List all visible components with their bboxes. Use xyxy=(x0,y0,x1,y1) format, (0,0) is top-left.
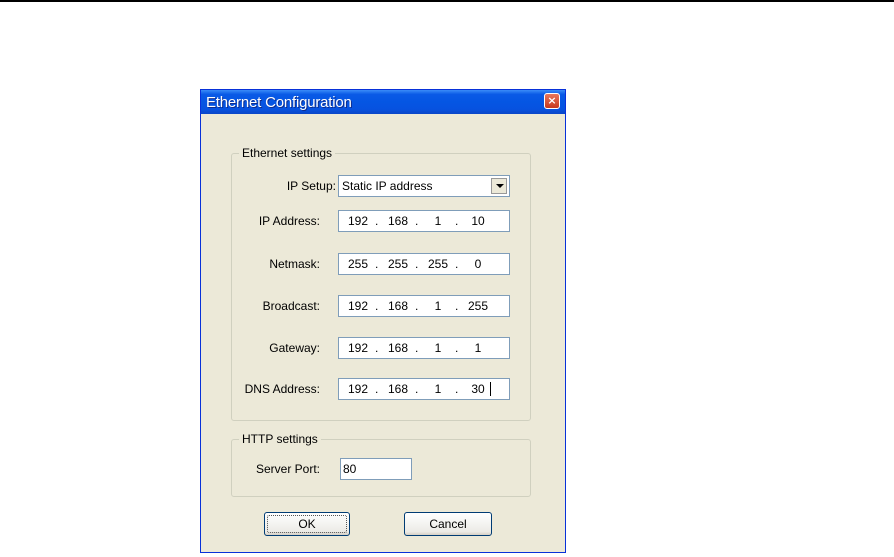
netmask-field[interactable]: 255 . 255 . 255 . 0 xyxy=(338,253,510,275)
chevron-down-icon[interactable] xyxy=(491,178,507,194)
dns-octet-4: 30 xyxy=(471,382,485,396)
dns-address-label: DNS Address: xyxy=(244,382,320,396)
netmask-octet-2: 255 xyxy=(387,257,409,271)
octet-separator: . xyxy=(455,257,459,271)
dialog-title: Ethernet Configuration xyxy=(206,94,352,111)
ip-address-octet-4: 10 xyxy=(471,214,485,228)
close-icon[interactable]: × xyxy=(544,93,560,109)
dns-octet-3: 1 xyxy=(434,382,442,396)
octet-separator: . xyxy=(415,341,419,355)
octet-separator: . xyxy=(375,299,379,313)
netmask-octet-4: 0 xyxy=(474,257,482,271)
title-bar[interactable]: Ethernet Configuration × xyxy=(201,90,565,114)
ip-address-octet-1: 192 xyxy=(347,214,369,228)
octet-separator: . xyxy=(455,341,459,355)
octet-separator: . xyxy=(375,214,379,228)
ip-address-field[interactable]: 192 . 168 . 1 . 10 xyxy=(338,210,510,232)
dns-octet-2: 168 xyxy=(387,382,409,396)
broadcast-field[interactable]: 192 . 168 . 1 . 255 xyxy=(338,295,510,317)
top-rule xyxy=(0,0,894,2)
ip-address-octet-3: 1 xyxy=(434,214,442,228)
octet-separator: . xyxy=(415,214,419,228)
octet-separator: . xyxy=(375,257,379,271)
text-caret xyxy=(490,382,491,396)
netmask-octet-3: 255 xyxy=(427,257,449,271)
netmask-octet-1: 255 xyxy=(347,257,369,271)
octet-separator: . xyxy=(455,214,459,228)
ip-setup-value: Static IP address xyxy=(342,179,433,193)
ip-address-label: IP Address: xyxy=(258,214,320,228)
broadcast-label: Broadcast: xyxy=(262,299,320,313)
ip-setup-select[interactable]: Static IP address xyxy=(338,175,510,197)
ethernet-settings-group: Ethernet settings IP Setup: Static IP ad… xyxy=(231,146,531,421)
octet-separator: . xyxy=(415,299,419,313)
gateway-octet-1: 192 xyxy=(347,341,369,355)
dns-octet-1: 192 xyxy=(347,382,369,396)
broadcast-octet-1: 192 xyxy=(347,299,369,313)
broadcast-octet-2: 168 xyxy=(387,299,409,313)
http-settings-group: HTTP settings Server Port: 80 xyxy=(231,432,531,497)
ok-button[interactable]: OK xyxy=(264,512,350,536)
octet-separator: . xyxy=(375,341,379,355)
octet-separator: . xyxy=(415,257,419,271)
ethernet-configuration-dialog: Ethernet Configuration × Ethernet settin… xyxy=(200,89,566,553)
gateway-label: Gateway: xyxy=(269,341,320,355)
netmask-label: Netmask: xyxy=(269,257,320,271)
http-settings-label: HTTP settings xyxy=(239,432,321,446)
gateway-field[interactable]: 192 . 168 . 1 . 1 xyxy=(338,337,510,359)
ok-button-label: OK xyxy=(267,515,347,533)
dns-address-field[interactable]: 192 . 168 . 1 . 30 xyxy=(338,378,510,400)
ip-address-octet-2: 168 xyxy=(387,214,409,228)
broadcast-octet-3: 1 xyxy=(434,299,442,313)
octet-separator: . xyxy=(375,382,379,396)
ethernet-settings-label: Ethernet settings xyxy=(239,146,336,160)
server-port-value: 80 xyxy=(343,462,357,476)
octet-separator: . xyxy=(455,299,459,313)
gateway-octet-3: 1 xyxy=(434,341,442,355)
octet-separator: . xyxy=(455,382,459,396)
gateway-octet-4: 1 xyxy=(474,341,482,355)
server-port-label: Server Port: xyxy=(255,462,320,476)
ip-setup-label: IP Setup: xyxy=(286,179,336,193)
octet-separator: . xyxy=(415,382,419,396)
gateway-octet-2: 168 xyxy=(387,341,409,355)
broadcast-octet-4: 255 xyxy=(467,299,489,313)
server-port-input[interactable]: 80 xyxy=(340,458,412,480)
cancel-button[interactable]: Cancel xyxy=(404,512,492,536)
